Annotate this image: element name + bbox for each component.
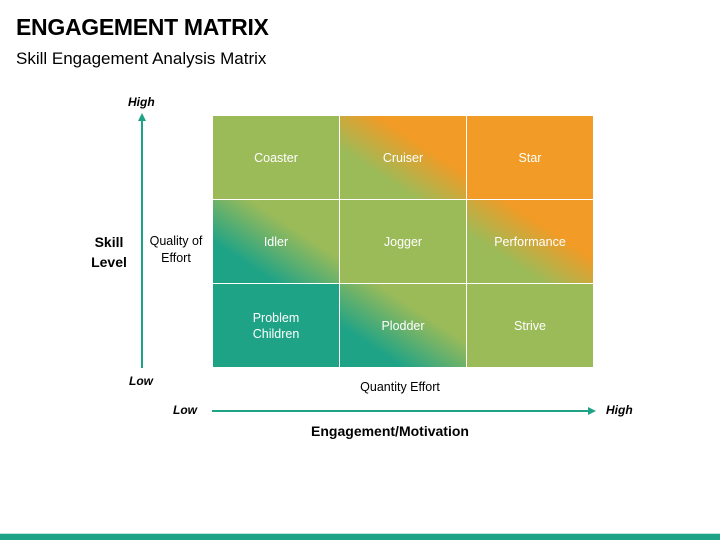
matrix-cell-label-line1: Coaster: [254, 150, 298, 165]
matrix-cell-label-line1: Plodder: [381, 318, 425, 333]
arrow-right-icon: [588, 407, 596, 415]
page-subtitle: Skill Engagement Analysis Matrix: [16, 49, 267, 68]
x-axis-title: Engagement/Motivation: [311, 423, 469, 439]
matrix-cell-label-line2: Children: [252, 326, 300, 341]
matrix-cell: Performance: [467, 200, 593, 283]
matrix-cell-label-line1: Problem: [252, 310, 300, 325]
x-axis-low-label: Low: [173, 403, 197, 417]
y-axis-low-label: Low: [129, 374, 153, 388]
page-title: ENGAGEMENT MATRIX: [16, 14, 269, 40]
matrix-cell: Star: [467, 116, 593, 199]
matrix-cell-label: Cruiser: [383, 150, 423, 166]
y-axis-subtitle-line2: Effort: [161, 251, 191, 265]
matrix-cell-label: Coaster: [254, 150, 298, 166]
matrix-cell-label-line1: Idler: [263, 234, 289, 249]
footer-bar: [0, 533, 720, 540]
y-axis-subtitle-line1: Quality of: [149, 234, 203, 248]
matrix-cell-label-line1: Strive: [514, 318, 546, 333]
matrix-cell-label: Idler: [264, 234, 288, 250]
matrix-cell-label-line1: Performance: [494, 234, 566, 249]
x-axis-subtitle: Quantity Effort: [360, 380, 440, 394]
matrix-cell-label-line1: Jogger: [383, 234, 423, 249]
matrix-cell-label: Jogger: [384, 234, 422, 250]
matrix-cell: Idler: [213, 200, 339, 283]
matrix-cell: Problem Children: [213, 284, 339, 367]
matrix-cell-label-line1: Cruiser: [382, 150, 424, 165]
matrix-cell-label: Plodder: [381, 318, 424, 334]
matrix-cell: Jogger: [340, 200, 466, 283]
matrix-cell-label: Problem Children: [253, 310, 300, 342]
y-axis-title-line2: Level: [91, 254, 127, 270]
matrix-cell-label: Strive: [514, 318, 546, 334]
matrix-cell: Coaster: [213, 116, 339, 199]
x-axis-high-label: High: [606, 403, 633, 417]
matrix-cell: Strive: [467, 284, 593, 367]
matrix-cell-label-line1: Star: [518, 150, 542, 165]
y-axis-title: Skill Level: [84, 232, 134, 272]
y-axis-high-label: High: [128, 95, 155, 109]
y-axis-subtitle: Quality of Effort: [141, 233, 211, 267]
y-axis-title-line1: Skill: [94, 234, 124, 250]
matrix-cell: Plodder: [340, 284, 466, 367]
x-axis-arrow: [212, 407, 596, 415]
engagement-matrix-grid: Coaster Cruiser Star Idler Jogger Performance…: [213, 116, 594, 368]
matrix-cell: Cruiser: [340, 116, 466, 199]
matrix-cell-label: Performance: [494, 234, 566, 250]
arrow-up-icon: [138, 113, 146, 121]
matrix-cell-label: Star: [519, 150, 542, 166]
